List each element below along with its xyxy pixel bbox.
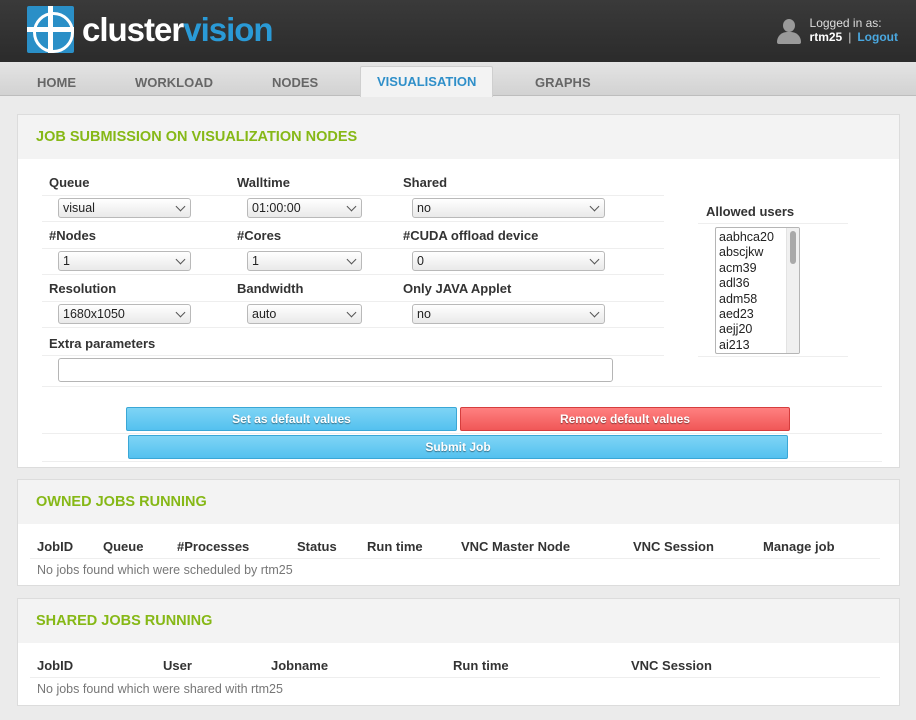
walltime-select[interactable]: 01:00:00 — [247, 198, 362, 218]
panel-title: OWNED JOBS RUNNING — [18, 480, 899, 524]
clustervision-logo[interactable]: clustervision — [27, 3, 274, 55]
extra-parameters-label: Extra parameters — [49, 336, 156, 351]
shared-value: no — [417, 201, 431, 215]
empty-message: No jobs found which were shared with rtm… — [37, 682, 283, 696]
logo-text: clustervision — [82, 10, 274, 48]
column-header: JobID — [37, 658, 74, 673]
logo-text-part1: cluster — [82, 10, 184, 48]
remove-default-button[interactable]: Remove default values — [460, 407, 790, 431]
tab-home[interactable]: HOME — [37, 62, 76, 96]
shared-label: Shared — [403, 175, 448, 190]
chevron-down-icon — [175, 201, 186, 212]
column-header: #Processes — [177, 539, 250, 554]
tab-graphs[interactable]: GRAPHS — [535, 62, 591, 96]
user-icon — [776, 19, 802, 47]
chevron-down-icon — [175, 307, 186, 318]
logout-link[interactable]: Logout — [857, 30, 898, 44]
submit-job-button[interactable]: Submit Job — [128, 435, 788, 459]
tab-visualisation[interactable]: VISUALISATION — [360, 66, 494, 97]
column-header: User — [163, 658, 192, 673]
nodes-select[interactable]: 1 — [58, 251, 191, 271]
java-label: Only JAVA Applet — [403, 281, 512, 296]
panel-title: SHARED JOBS RUNNING — [18, 599, 899, 643]
username: rtm25 — [809, 30, 843, 44]
resolution-select[interactable]: 1680x1050 — [58, 304, 191, 324]
chevron-down-icon — [346, 201, 357, 212]
logo-icon — [27, 5, 74, 53]
set-default-button[interactable]: Set as default values — [126, 407, 457, 431]
panel-title: JOB SUBMISSION ON VISUALIZATION NODES — [18, 115, 899, 159]
owned-jobs-panel: OWNED JOBS RUNNING JobID Queue #Processe… — [17, 479, 900, 586]
bandwidth-label: Bandwidth — [237, 281, 304, 296]
cores-select[interactable]: 1 — [247, 251, 362, 271]
tab-nodes[interactable]: NODES — [272, 62, 318, 96]
cores-label: #Cores — [237, 228, 282, 243]
walltime-label: Walltime — [237, 175, 290, 190]
chevron-down-icon — [175, 254, 186, 265]
top-header: clustervision Logged in as: rtm25 | Logout — [0, 0, 916, 62]
column-header: VNC Session — [633, 539, 714, 554]
queue-select[interactable]: visual — [58, 198, 191, 218]
column-header: Run time — [367, 539, 423, 554]
column-header: Run time — [453, 658, 509, 673]
chevron-down-icon — [589, 201, 600, 212]
bandwidth-value: auto — [252, 307, 277, 321]
chevron-down-icon — [346, 307, 357, 318]
empty-message: No jobs found which were scheduled by rt… — [37, 563, 293, 577]
queue-label: Queue — [49, 175, 90, 190]
java-select[interactable]: no — [412, 304, 605, 324]
cores-value: 1 — [252, 254, 259, 268]
tab-workload[interactable]: WORKLOAD — [135, 62, 213, 96]
allowed-users-list[interactable]: aabhca20 abscjkw acm39 adl36 adm58 aed23… — [715, 227, 800, 354]
cuda-label: #CUDA offload device — [403, 228, 539, 243]
extra-parameters-input[interactable] — [58, 358, 613, 382]
shared-jobs-panel: SHARED JOBS RUNNING JobID User Jobname R… — [17, 598, 900, 706]
bandwidth-select[interactable]: auto — [247, 304, 362, 324]
list-scrollbar[interactable] — [786, 228, 799, 353]
separator: | — [848, 30, 852, 44]
chevron-down-icon — [589, 254, 600, 265]
column-header: Queue — [103, 539, 144, 554]
java-value: no — [417, 307, 431, 321]
nodes-value: 1 — [63, 254, 70, 268]
walltime-value: 01:00:00 — [252, 201, 301, 215]
chevron-down-icon — [589, 307, 600, 318]
logged-in-label: Logged in as: — [809, 16, 882, 30]
nodes-label: #Nodes — [49, 228, 96, 243]
column-header: JobID — [37, 539, 74, 554]
resolution-value: 1680x1050 — [63, 307, 125, 321]
cuda-select[interactable]: 0 — [412, 251, 605, 271]
chevron-down-icon — [346, 254, 357, 265]
resolution-label: Resolution — [49, 281, 117, 296]
logo-text-part2: vision — [183, 10, 273, 48]
scrollbar-thumb[interactable] — [790, 231, 796, 264]
column-header: Status — [297, 539, 337, 554]
cuda-value: 0 — [417, 254, 424, 268]
column-header: Jobname — [271, 658, 329, 673]
job-submission-panel: JOB SUBMISSION ON VISUALIZATION NODES Qu… — [17, 114, 900, 468]
queue-value: visual — [63, 201, 95, 215]
column-header: VNC Master Node — [461, 539, 571, 554]
shared-select[interactable]: no — [412, 198, 605, 218]
user-info: Logged in as: rtm25 | Logout — [776, 16, 898, 47]
column-header: Manage job — [763, 539, 835, 554]
main-tabs: HOME WORKLOAD NODES VISUALISATION GRAPHS — [0, 62, 916, 97]
column-header: VNC Session — [631, 658, 712, 673]
allowed-users-label: Allowed users — [706, 204, 795, 219]
